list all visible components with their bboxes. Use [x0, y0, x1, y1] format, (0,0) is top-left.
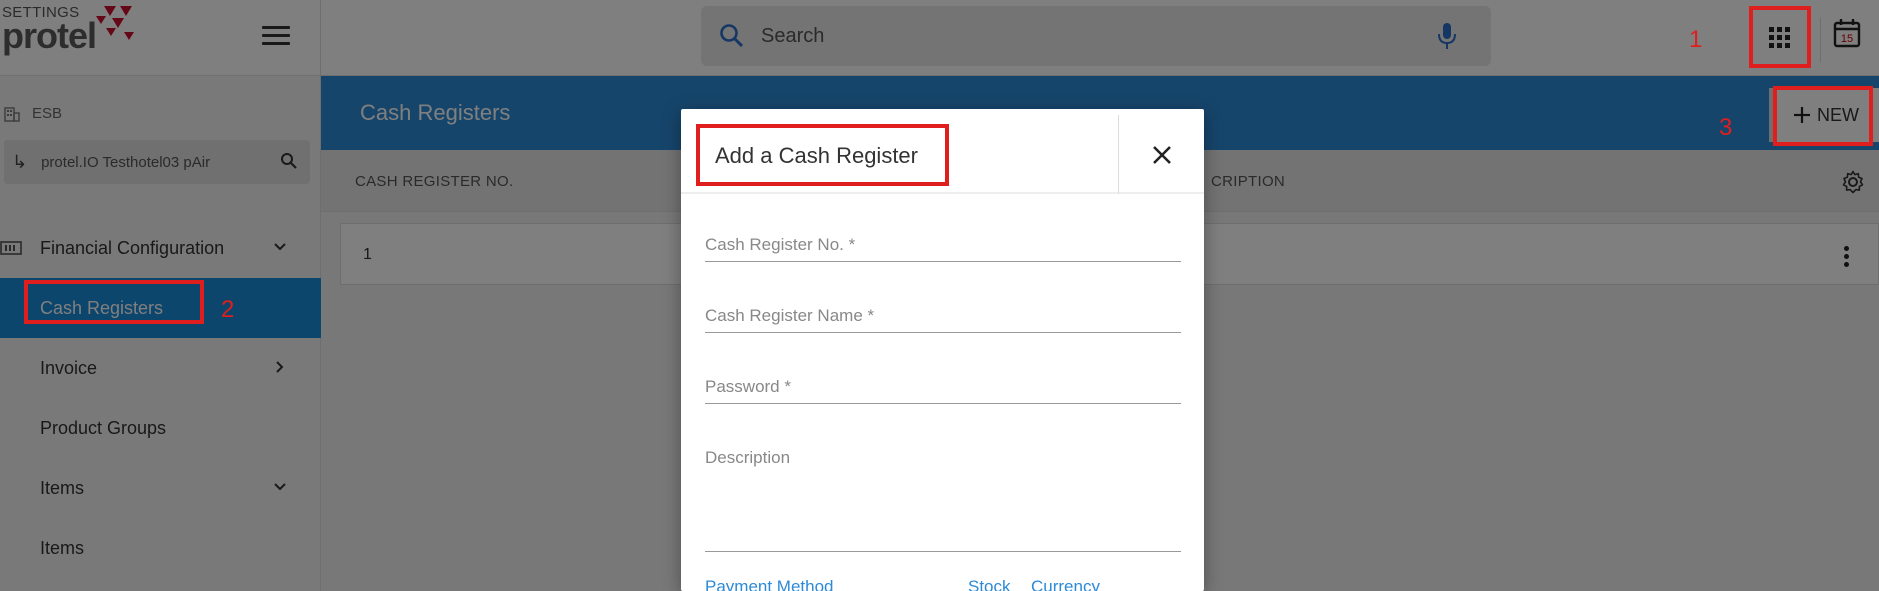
password-field[interactable]	[705, 377, 1181, 404]
tab-payment-method[interactable]: Payment Method	[705, 577, 834, 591]
register-no-input[interactable]	[705, 235, 1181, 261]
dialog-title: Add a Cash Register	[715, 143, 918, 168]
annotation-label-1: 1	[1689, 26, 1703, 53]
description-field[interactable]	[705, 448, 1181, 552]
description-input[interactable]	[705, 448, 1181, 546]
register-name-field[interactable]	[705, 306, 1181, 333]
close-icon	[1152, 145, 1171, 164]
close-button[interactable]	[1118, 115, 1204, 194]
register-no-field[interactable]	[705, 235, 1181, 262]
tab-stock[interactable]: Stock	[968, 577, 1011, 591]
annotation-label-3: 3	[1719, 114, 1733, 141]
dialog-header: Add a Cash Register	[681, 109, 1204, 194]
add-cash-register-dialog: Add a Cash Register Payment Method Stock…	[681, 109, 1204, 591]
tab-currency[interactable]: Currency	[1031, 577, 1100, 591]
annotation-label-2: 2	[221, 296, 235, 323]
register-name-input[interactable]	[705, 306, 1181, 332]
password-input[interactable]	[705, 377, 1181, 403]
